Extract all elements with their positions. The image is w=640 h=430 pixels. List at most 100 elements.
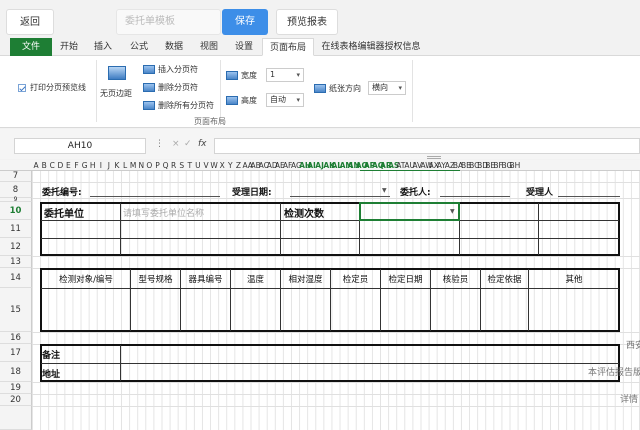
save-button[interactable]: 保存 (222, 9, 268, 35)
column-header-bc[interactable]: BC (469, 160, 479, 170)
column-header-be[interactable]: BE (485, 160, 495, 170)
cancel-icon[interactable]: × (172, 139, 180, 149)
row-header-19[interactable]: 19 (0, 382, 32, 394)
column-header-ad[interactable]: AD (267, 160, 278, 170)
template-name-input[interactable]: 委托单模板 (116, 9, 221, 35)
column-header-ae[interactable]: AE (275, 160, 285, 170)
tab-home[interactable]: 开始 (54, 38, 84, 56)
delete-page-break-button[interactable]: 删除分页符 (143, 82, 198, 93)
column-header-al[interactable]: AL (331, 160, 342, 170)
column-header-i[interactable]: I (97, 160, 105, 170)
column-header-ai[interactable]: AI (307, 160, 316, 170)
column-header-bh[interactable]: BH (510, 160, 521, 170)
more-options-icon[interactable]: ⋮ (155, 139, 164, 149)
column-header-o[interactable]: O (145, 160, 153, 170)
height-select[interactable]: 自动 ▾ (266, 93, 304, 107)
height-label: 高度 (241, 96, 257, 105)
entrust-no-field[interactable] (90, 196, 220, 197)
column-header-y[interactable]: Y (226, 160, 234, 170)
tab-file[interactable]: 文件 (10, 38, 52, 56)
insert-page-break-button[interactable]: 插入分页符 (143, 64, 198, 75)
row-header-16[interactable]: 16 (0, 332, 32, 344)
column-header-k[interactable]: K (113, 160, 121, 170)
column-header-ak[interactable]: AK (323, 160, 335, 170)
column-header-ac[interactable]: AC (259, 160, 269, 170)
column-header-m[interactable]: M (129, 160, 137, 170)
column-header-f[interactable]: F (72, 160, 80, 170)
chevron-down-icon[interactable]: ▼ (450, 208, 455, 215)
column-header-bg[interactable]: BG (501, 160, 512, 170)
row-header-7[interactable]: 7 (0, 171, 32, 182)
column-header-bb[interactable]: BB (461, 160, 471, 170)
acceptor-field[interactable] (558, 196, 620, 197)
width-select[interactable]: 1 ▾ (266, 68, 304, 82)
column-header-c[interactable]: C (48, 160, 56, 170)
tab-license-info[interactable]: 在线表格编辑器授权信息 (318, 38, 424, 56)
no-margin-button[interactable]: 无页边距 (100, 88, 132, 99)
chevron-down-icon[interactable]: ▼ (382, 187, 387, 194)
row-header-14[interactable]: 14 (0, 268, 32, 288)
divider (220, 60, 221, 122)
row-header-15[interactable]: 15 (0, 288, 32, 332)
column-header-p[interactable]: P (153, 160, 161, 170)
column-header-ah[interactable]: AH (299, 160, 311, 170)
column-header-t[interactable]: T (186, 160, 194, 170)
delete-page-break-label: 删除分页符 (158, 83, 198, 92)
delete-all-page-breaks-button[interactable]: 删除所有分页符 (143, 100, 214, 111)
entruster-field[interactable] (440, 196, 510, 197)
resize-grip-icon[interactable] (427, 156, 441, 159)
formula-input[interactable] (214, 138, 640, 154)
column-header-an[interactable]: AN (348, 160, 360, 170)
column-header-g[interactable]: G (81, 160, 89, 170)
column-header-r[interactable]: R (170, 160, 178, 170)
column-header-d[interactable]: D (56, 160, 64, 170)
column-header-l[interactable]: L (121, 160, 129, 170)
column-header-z[interactable]: Z (234, 160, 242, 170)
print-preview-line-toggle[interactable]: 打印分页预览线 (18, 82, 86, 93)
row-header-12[interactable]: 12 (0, 238, 32, 256)
row-header-10[interactable]: 10 (0, 202, 32, 220)
tab-data[interactable]: 数据 (158, 38, 190, 56)
checkbox-icon (18, 83, 26, 92)
column-header-n[interactable]: N (137, 160, 145, 170)
tab-insert[interactable]: 插入 (88, 38, 118, 56)
entrust-no-label: 委托编号: (42, 188, 82, 198)
fx-icon[interactable]: fx (198, 139, 207, 149)
column-header-aj[interactable]: AJ (315, 160, 324, 170)
column-header-ag[interactable]: AG (291, 160, 302, 170)
confirm-icon[interactable]: ✓ (184, 139, 192, 149)
column-header-aa[interactable]: AA (242, 160, 252, 170)
column-header-e[interactable]: E (64, 160, 72, 170)
tab-formula[interactable]: 公式 (124, 38, 154, 56)
column-header-s[interactable]: S (178, 160, 186, 170)
column-header-a[interactable]: A (32, 160, 40, 170)
accept-date-field[interactable] (290, 196, 390, 197)
column-header-b[interactable]: B (40, 160, 48, 170)
row-header-17[interactable]: 17 (0, 344, 32, 362)
column-header-x[interactable]: X (218, 160, 226, 170)
column-header-w[interactable]: W (210, 160, 218, 170)
row-header-13[interactable]: 13 (0, 256, 32, 268)
back-button[interactable]: 返回 (6, 9, 54, 35)
row-header-18[interactable]: 18 (0, 362, 32, 382)
column-header-bd[interactable]: BD (477, 160, 488, 170)
column-header-ab[interactable]: AB (251, 160, 261, 170)
name-box[interactable]: AH10 (14, 138, 146, 154)
column-header-j[interactable]: J (105, 160, 113, 170)
column-header-h[interactable]: H (89, 160, 97, 170)
column-header-v[interactable]: V (202, 160, 210, 170)
column-header-bf[interactable]: BF (493, 160, 502, 170)
preview-report-button[interactable]: 预览报表 (276, 9, 338, 35)
column-header-af[interactable]: AF (283, 160, 292, 170)
column-header-q[interactable]: Q (162, 160, 170, 170)
column-header-u[interactable]: U (194, 160, 202, 170)
entrust-unit-input[interactable]: 请填写委托单位名称 (123, 206, 204, 219)
row-header-11[interactable]: 11 (0, 220, 32, 238)
paper-direction-select[interactable]: 横向 ▾ (368, 81, 406, 95)
column-header-am[interactable]: AM (340, 160, 353, 170)
selected-cell-AH10[interactable] (359, 202, 460, 221)
tab-settings[interactable]: 设置 (228, 38, 260, 56)
tab-page-layout[interactable]: 页面布局 (262, 38, 314, 56)
row-header-20[interactable]: 20 (0, 394, 32, 406)
tab-view[interactable]: 视图 (194, 38, 224, 56)
